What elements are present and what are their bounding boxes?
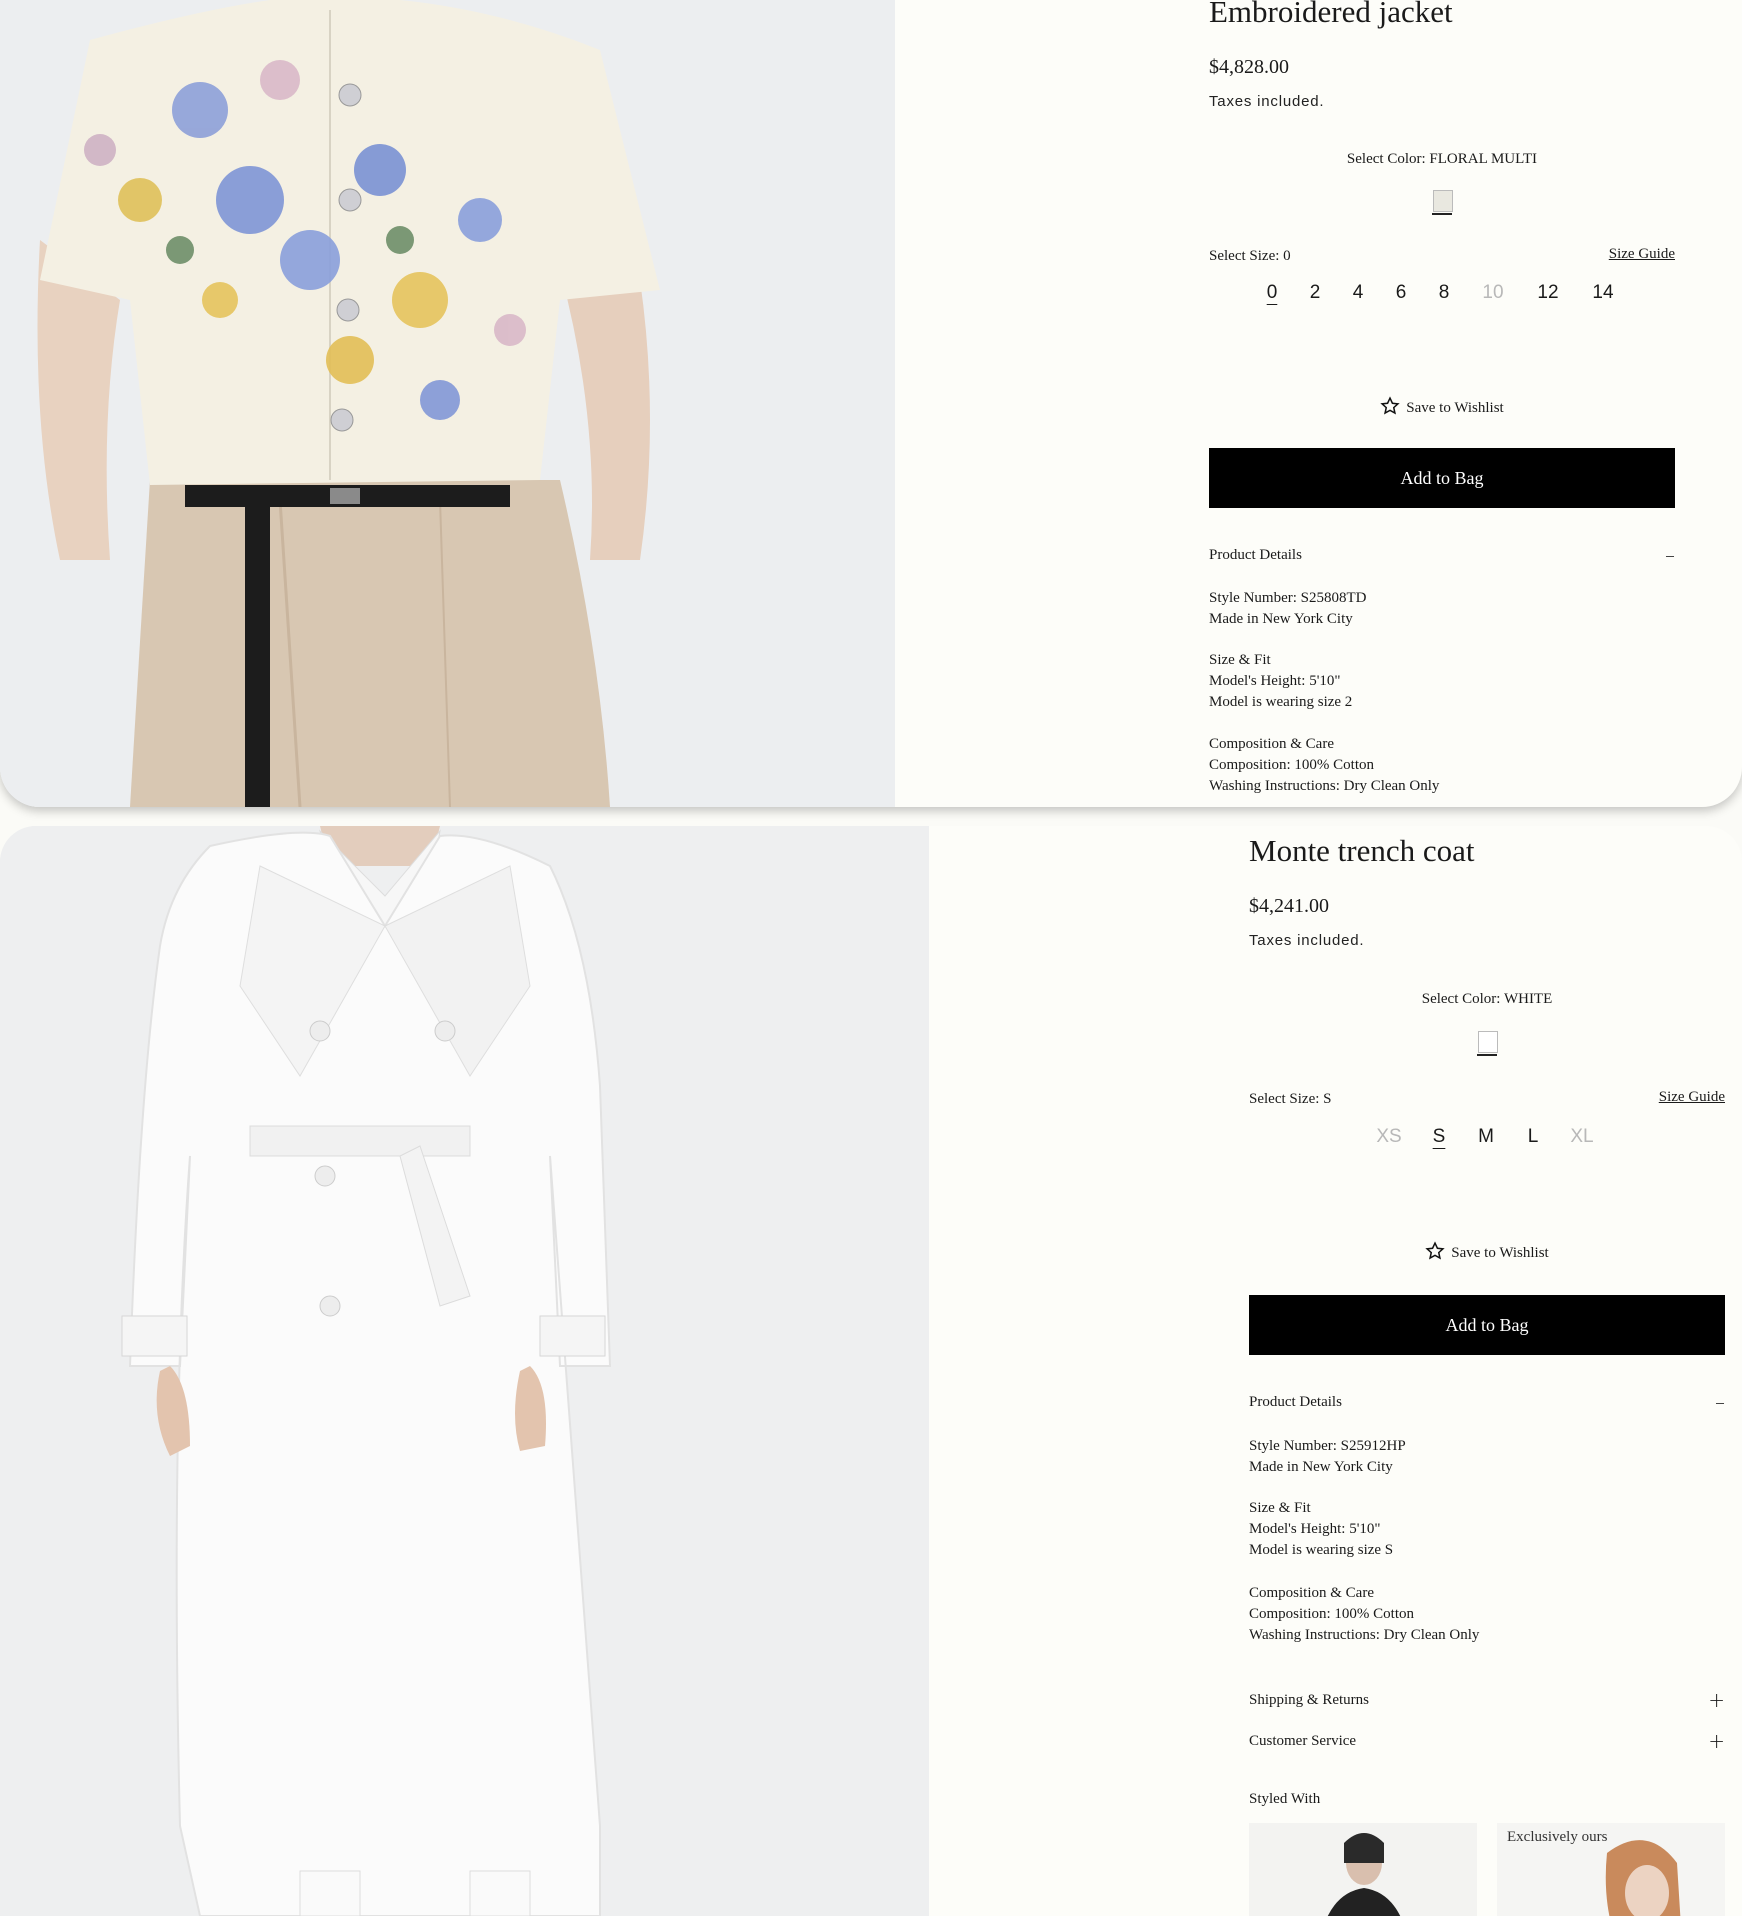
model-size: Model is wearing size 2 [1209, 694, 1353, 710]
customer-service-heading: Customer Service [1249, 1733, 1357, 1749]
shipping-returns-heading: Shipping & Returns [1249, 1692, 1370, 1708]
minus-icon: – [1715, 1390, 1725, 1414]
size-option-10[interactable]: 10 [1473, 282, 1513, 304]
product-details-toggle[interactable]: Product Details – [1249, 1390, 1725, 1414]
color-label: Select Color: FLORAL MULTI [1346, 151, 1538, 167]
tax-note: Taxes included. [1249, 932, 1365, 949]
composition-info: Composition & Care Composition: 100% Cot… [1249, 1583, 1479, 1646]
save-to-wishlist-button[interactable]: Save to Wishlist [1209, 396, 1675, 417]
size-option-4[interactable]: 4 [1338, 282, 1378, 304]
save-to-wishlist-button[interactable]: Save to Wishlist [1249, 1241, 1725, 1262]
size-option-s[interactable]: S [1419, 1126, 1459, 1148]
styled-with-heading: Styled With [1249, 1791, 1321, 1807]
style-info: Style Number: S25912HP Made in New York … [1249, 1436, 1406, 1478]
size-option-xl[interactable]: XL [1562, 1126, 1602, 1148]
size-fit-info: Size & Fit Model's Height: 5'10" Model i… [1209, 650, 1352, 713]
product-title: Embroidered jacket [1209, 0, 1453, 29]
color-swatch-floral-multi[interactable] [1433, 190, 1453, 212]
size-guide-link[interactable]: Size Guide [1609, 246, 1675, 263]
size-label: Select Size: S [1249, 1091, 1332, 1107]
size-guide-link[interactable]: Size Guide [1659, 1089, 1725, 1106]
washing-instructions: Washing Instructions: Dry Clean Only [1249, 1627, 1480, 1643]
size-fit-heading: Size & Fit [1209, 652, 1271, 668]
product-details-toggle[interactable]: Product Details – [1209, 543, 1675, 567]
washing-instructions: Washing Instructions: Dry Clean Only [1209, 778, 1440, 794]
size-label: Select Size: 0 [1209, 248, 1291, 264]
product-image-embroidered-jacket[interactable] [0, 0, 895, 807]
color-label: Select Color: WHITE [1421, 991, 1553, 1007]
plus-icon: + [1708, 1729, 1725, 1753]
styled-product-image-1 [1249, 1823, 1477, 1916]
product-card-embroidered-jacket: Embroidered jacket $4,828.00 Taxes inclu… [0, 0, 1742, 807]
shipping-returns-toggle[interactable]: Shipping & Returns + [1249, 1688, 1725, 1712]
add-to-bag-button[interactable]: Add to Bag [1209, 448, 1675, 508]
wishlist-label: Save to Wishlist [1451, 1245, 1549, 1261]
composition-heading: Composition & Care [1209, 736, 1334, 752]
swatch-selected-indicator [1477, 1054, 1497, 1056]
minus-icon: – [1665, 543, 1675, 567]
add-to-bag-button[interactable]: Add to Bag [1249, 1295, 1725, 1355]
size-option-m[interactable]: M [1466, 1126, 1506, 1148]
style-number: Style Number: S25912HP [1249, 1438, 1406, 1454]
size-fit-heading: Size & Fit [1249, 1500, 1311, 1516]
star-outline-icon [1380, 396, 1400, 415]
styled-with-product-2[interactable]: Exclusively ours [1497, 1823, 1725, 1916]
model-height: Model's Height: 5'10" [1209, 673, 1341, 689]
styled-with-product-1[interactable] [1249, 1823, 1477, 1916]
made-in: Made in New York City [1249, 1459, 1393, 1475]
color-swatch-white[interactable] [1478, 1031, 1498, 1053]
size-option-0[interactable]: 0 [1252, 282, 1292, 304]
model-height: Model's Height: 5'10" [1249, 1521, 1381, 1537]
composition-heading: Composition & Care [1249, 1585, 1374, 1601]
product-title: Monte trench coat [1249, 833, 1475, 868]
plus-icon: + [1708, 1688, 1725, 1712]
model-size: Model is wearing size S [1249, 1542, 1394, 1558]
size-option-8[interactable]: 8 [1424, 282, 1464, 304]
composition: Composition: 100% Cotton [1249, 1606, 1415, 1622]
size-fit-info: Size & Fit Model's Height: 5'10" Model i… [1249, 1498, 1393, 1561]
product-price: $4,828.00 [1209, 56, 1289, 78]
swatch-selected-indicator [1432, 213, 1452, 215]
product-details-heading: Product Details [1209, 547, 1302, 563]
tax-note: Taxes included. [1209, 93, 1325, 110]
product-card-monte-trench-coat: Monte trench coat $4,241.00 Taxes includ… [0, 826, 1742, 1916]
style-number: Style Number: S25808TD [1209, 590, 1367, 606]
size-option-12[interactable]: 12 [1528, 282, 1568, 304]
product-image-monte-trench-coat[interactable] [0, 826, 929, 1916]
size-option-14[interactable]: 14 [1583, 282, 1623, 304]
made-in: Made in New York City [1209, 611, 1353, 627]
composition-info: Composition & Care Composition: 100% Cot… [1209, 734, 1439, 797]
size-option-2[interactable]: 2 [1295, 282, 1335, 304]
size-option-xs[interactable]: XS [1369, 1126, 1409, 1148]
style-info: Style Number: S25808TD Made in New York … [1209, 588, 1367, 630]
size-option-l[interactable]: L [1513, 1126, 1553, 1148]
composition: Composition: 100% Cotton [1209, 757, 1375, 773]
product-price: $4,241.00 [1249, 895, 1329, 917]
wishlist-label: Save to Wishlist [1406, 400, 1504, 416]
exclusive-badge: Exclusively ours [1507, 1829, 1608, 1845]
size-option-6[interactable]: 6 [1381, 282, 1421, 304]
customer-service-toggle[interactable]: Customer Service + [1249, 1729, 1725, 1753]
product-details-heading: Product Details [1249, 1394, 1342, 1410]
star-outline-icon [1425, 1241, 1445, 1260]
